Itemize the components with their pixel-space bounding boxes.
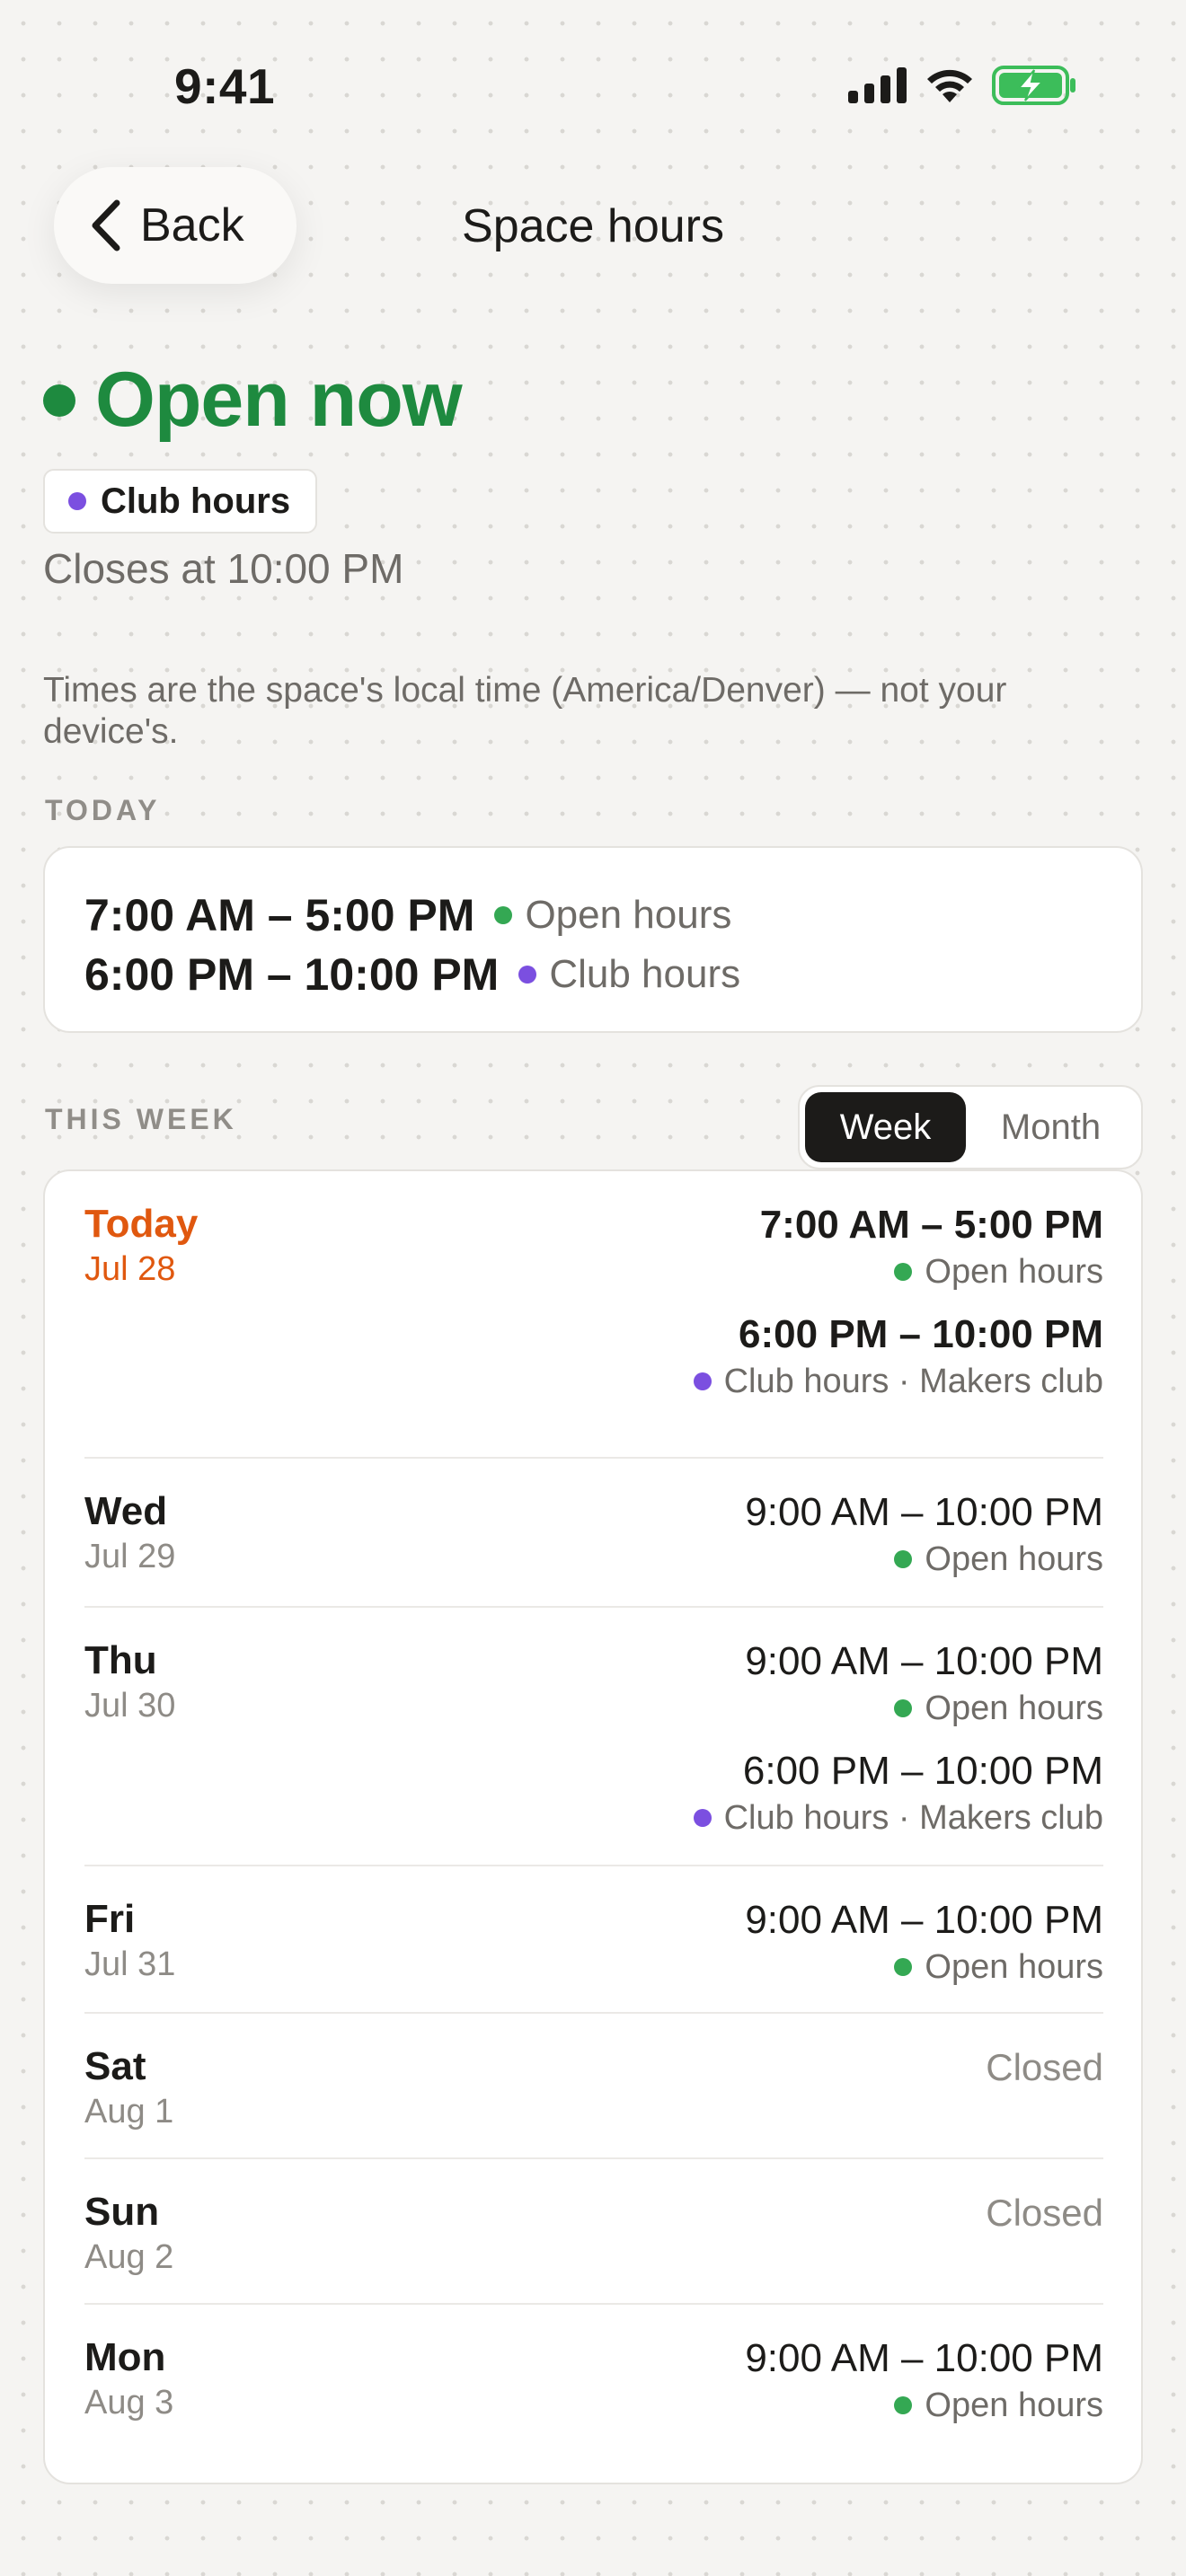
day-name: Sat bbox=[84, 2044, 146, 2088]
day-name: Thu bbox=[84, 1638, 157, 1682]
day-row-sun: Sun Aug 2 Closed bbox=[84, 2159, 1103, 2305]
closed-label: Closed bbox=[986, 2192, 1103, 2234]
club-hours-dot bbox=[518, 966, 537, 984]
club-chip-label: Club hours bbox=[101, 481, 291, 521]
day-row-wed: Wed Jul 29 9:00 AM – 10:00 PM Open hours bbox=[84, 1459, 1103, 1608]
club-dot bbox=[68, 492, 86, 510]
today-entry-kind: Club hours bbox=[549, 952, 741, 996]
slot-kind: Club hours · Makers club bbox=[723, 1363, 1103, 1400]
today-entry: 6:00 PM – 10:00 PM Club hours bbox=[84, 945, 1141, 1004]
club-hours-dot bbox=[693, 1809, 712, 1827]
today-entry-kind: Open hours bbox=[525, 893, 732, 937]
hours-slot: 9:00 AM – 10:00 PM Open hours bbox=[745, 2335, 1103, 2429]
open-status: Open now bbox=[43, 356, 463, 445]
day-date: Aug 2 bbox=[84, 2238, 174, 2276]
open-hours-dot bbox=[494, 906, 513, 924]
day-row-thu: Thu Jul 30 9:00 AM – 10:00 PM Open hours… bbox=[84, 1608, 1103, 1866]
day-name: Mon bbox=[84, 2335, 166, 2379]
open-hours-dot bbox=[894, 1958, 913, 1976]
status-icons bbox=[848, 65, 1078, 106]
day-row-today: Today Jul 28 7:00 AM – 5:00 PM Open hour… bbox=[84, 1171, 1103, 1459]
slot-range: 6:00 PM – 10:00 PM bbox=[739, 1312, 1103, 1356]
day-row-mon: Mon Aug 3 9:00 AM – 10:00 PM Open hours bbox=[84, 2305, 1103, 2466]
today-card: 7:00 AM – 5:00 PM Open hours 6:00 PM – 1… bbox=[43, 846, 1143, 1033]
hours-slot: 6:00 PM – 10:00 PM Club hours · Makers c… bbox=[693, 1748, 1103, 1841]
slot-range: 9:00 AM – 10:00 PM bbox=[745, 1639, 1103, 1683]
slot-kind: Open hours bbox=[925, 2386, 1103, 2424]
day-row-fri: Fri Jul 31 9:00 AM – 10:00 PM Open hours bbox=[84, 1866, 1103, 2014]
open-hours-dot bbox=[894, 1550, 913, 1568]
week-section-label: THIS WEEK bbox=[45, 1103, 237, 1135]
open-status-dot bbox=[43, 384, 75, 417]
wifi-icon bbox=[927, 69, 972, 102]
open-status-headline: Open now bbox=[95, 357, 463, 443]
hours-slot: 9:00 AM – 10:00 PM Open hours bbox=[745, 1897, 1103, 1990]
today-entry-range: 6:00 PM – 10:00 PM bbox=[84, 949, 500, 1000]
closes-at-text: Closes at 10:00 PM bbox=[43, 545, 404, 592]
status-time: 9:41 bbox=[174, 58, 276, 114]
day-name: Sun bbox=[84, 2190, 160, 2234]
closed-label: Closed bbox=[986, 2046, 1103, 2088]
today-entry-range: 7:00 AM – 5:00 PM bbox=[84, 890, 475, 940]
today-section-label: TODAY bbox=[45, 794, 161, 826]
day-date: Aug 1 bbox=[84, 2093, 174, 2130]
page-title: Space hours bbox=[462, 200, 724, 252]
hours-slot: 9:00 AM – 10:00 PM Open hours bbox=[745, 1489, 1103, 1583]
cellular-signal-icon bbox=[848, 67, 907, 103]
slot-range: 6:00 PM – 10:00 PM bbox=[742, 1749, 1103, 1793]
open-hours-dot bbox=[894, 1699, 913, 1717]
day-row-sat: Sat Aug 1 Closed bbox=[84, 2014, 1103, 2159]
slot-kind: Open hours bbox=[925, 1540, 1103, 1578]
slot-kind: Open hours bbox=[925, 1689, 1103, 1727]
slot-kind: Open hours bbox=[925, 1948, 1103, 1986]
hours-slot: 7:00 AM – 5:00 PM Open hours bbox=[760, 1202, 1103, 1295]
club-hours-dot bbox=[693, 1372, 712, 1390]
club-hours-chip: Club hours bbox=[43, 469, 318, 534]
hours-slot: 9:00 AM – 10:00 PM Open hours bbox=[745, 1638, 1103, 1732]
slot-range: 9:00 AM – 10:00 PM bbox=[745, 2336, 1103, 2380]
slot-range: 7:00 AM – 5:00 PM bbox=[759, 1203, 1103, 1247]
day-name: Wed bbox=[84, 1489, 168, 1533]
open-hours-dot bbox=[894, 2396, 913, 2414]
month-toggle-button[interactable]: Month bbox=[966, 1092, 1136, 1162]
slot-kind: Club hours · Makers club bbox=[723, 1799, 1103, 1837]
day-name: Fri bbox=[84, 1897, 136, 1941]
day-date: Jul 28 bbox=[84, 1250, 176, 1288]
view-toggle: Week Month bbox=[798, 1085, 1143, 1169]
day-date: Jul 30 bbox=[84, 1687, 176, 1725]
slot-kind: Open hours bbox=[925, 1253, 1103, 1291]
open-hours-dot bbox=[894, 1263, 913, 1281]
status-bar: 9:41 bbox=[0, 0, 1186, 171]
hours-slot: 6:00 PM – 10:00 PM Club hours · Makers c… bbox=[693, 1311, 1103, 1405]
week-toggle-button[interactable]: Week bbox=[805, 1092, 967, 1162]
slot-range: 9:00 AM – 10:00 PM bbox=[745, 1490, 1103, 1534]
today-entry: 7:00 AM – 5:00 PM Open hours bbox=[84, 886, 1141, 945]
battery-charging-icon bbox=[992, 66, 1075, 105]
day-date: Jul 31 bbox=[84, 1945, 176, 1983]
day-date: Aug 3 bbox=[84, 2384, 174, 2422]
day-date: Jul 29 bbox=[84, 1538, 176, 1575]
slot-range: 9:00 AM – 10:00 PM bbox=[745, 1898, 1103, 1942]
day-name: Today bbox=[84, 1202, 199, 1246]
week-schedule-card: Today Jul 28 7:00 AM – 5:00 PM Open hour… bbox=[43, 1169, 1143, 2484]
timezone-note: Times are the space's local time (Americ… bbox=[43, 671, 1007, 751]
